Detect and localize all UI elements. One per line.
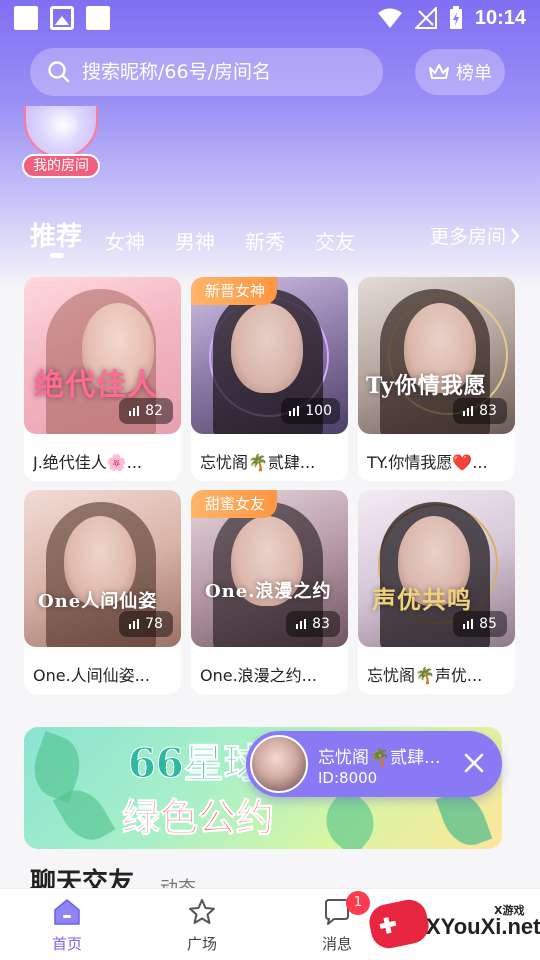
room-cover: 100 新晋女神 (191, 277, 348, 434)
cover-caption: Ty你情我愿 (366, 373, 487, 399)
room-card[interactable]: 100 新晋女神 忘忧阁🌴贰肆... (191, 277, 348, 481)
room-tag: 甜蜜女友 (191, 490, 278, 518)
room-title: One.浪漫之约... (200, 666, 317, 685)
bars-icon (129, 406, 140, 416)
listener-count: 82 (145, 403, 163, 419)
nav-messages[interactable]: 消息 1 (302, 891, 372, 954)
chevron-right-icon (511, 227, 520, 244)
room-cover: Ty你情我愿 83 (358, 277, 515, 434)
my-room-entry[interactable]: 我的房间 (22, 106, 100, 180)
nav-square-label: 广场 (186, 935, 217, 953)
no-signal-icon (414, 7, 437, 29)
search-input[interactable] (82, 61, 362, 83)
cover-caption: One.浪漫之约 (205, 581, 332, 602)
room-card[interactable]: 绝代佳人 82 J.绝代佳人🌸... (24, 277, 181, 481)
search-bar[interactable] (30, 48, 383, 96)
bars-icon (289, 406, 300, 416)
battery-charging-icon (449, 6, 462, 29)
listener-count: 100 (305, 403, 332, 419)
mini-player-room-id: ID:8000 (318, 769, 378, 787)
cover-caption: 声优共鸣 (372, 585, 472, 614)
avatar (24, 106, 98, 158)
room-title: 忘忧阁🌴声优... (367, 666, 483, 685)
nav-messages-label: 消息 (321, 935, 352, 953)
gamepad-logo-icon (366, 896, 432, 952)
room-card[interactable]: 声优共鸣 85 忘忧阁🌴声优... (358, 490, 515, 694)
search-icon (48, 61, 70, 83)
category-tabs: 推荐 女神 男神 新秀 交友 更多房间 (30, 212, 520, 262)
room-card[interactable]: Ty你情我愿 83 TY.你情我愿❤️... (358, 277, 515, 481)
listener-count-badge: 100 (281, 398, 340, 424)
tab-male-god[interactable]: 男神 (175, 226, 215, 255)
room-cover: One.浪漫之约 83 甜蜜女友 (191, 490, 348, 647)
notification-square-icon (86, 6, 110, 30)
status-bar: 10:14 (0, 0, 540, 36)
room-tag: 新晋女神 (191, 277, 278, 305)
cover-caption: One人间仙姿 (38, 591, 158, 612)
listener-count-badge: 83 (453, 398, 507, 424)
wifi-icon (377, 8, 402, 28)
avatar (250, 735, 308, 793)
room-title: TY.你情我愿❤️... (367, 453, 488, 472)
crown-icon (429, 64, 449, 79)
clock: 10:14 (474, 6, 526, 29)
tab-recommended[interactable]: 推荐 (30, 216, 82, 253)
mini-player-title: 忘忧阁🌴贰肆... (318, 748, 441, 768)
bars-icon (463, 619, 474, 629)
mini-player[interactable]: 忘忧阁🌴贰肆... ID:8000 (246, 731, 502, 797)
tab-indicator (50, 253, 64, 258)
banner-subtitle: 绿色公约 (121, 795, 275, 841)
listener-count: 85 (479, 616, 497, 632)
star-icon (189, 899, 215, 924)
listener-count-badge: 78 (119, 611, 173, 637)
listener-count: 83 (479, 403, 497, 419)
bars-icon (129, 619, 140, 629)
close-icon[interactable] (462, 751, 486, 775)
ranking-button[interactable]: 榜单 (415, 49, 505, 95)
nav-home[interactable]: 首页 (32, 897, 102, 954)
ranking-label: 榜单 (456, 63, 492, 84)
image-notification-icon (50, 6, 74, 30)
tab-newcomer[interactable]: 新秀 (245, 226, 285, 255)
watermark-text: XYouXi.net (426, 914, 540, 939)
listener-count: 78 (145, 616, 163, 632)
nav-square[interactable]: 广场 (167, 897, 237, 954)
room-title: 忘忧阁🌴贰肆... (200, 453, 316, 472)
bars-icon (296, 619, 307, 629)
more-rooms-label: 更多房间 (429, 226, 506, 248)
nav-home-label: 首页 (51, 935, 82, 953)
room-title: One.人间仙姿... (33, 666, 150, 685)
bars-icon (463, 406, 474, 416)
more-rooms-link[interactable]: 更多房间 (430, 222, 520, 249)
room-cover: One人间仙姿 78 (24, 490, 181, 647)
tab-goddess[interactable]: 女神 (105, 226, 145, 255)
tab-friends[interactable]: 交友 (315, 226, 355, 255)
room-cover: 声优共鸣 85 (358, 490, 515, 647)
room-card[interactable]: One人间仙姿 78 One.人间仙姿... (24, 490, 181, 694)
listener-count-badge: 85 (453, 611, 507, 637)
listener-count-badge: 82 (119, 398, 173, 424)
notification-square-icon (14, 6, 38, 30)
room-title: J.绝代佳人🌸... (33, 453, 142, 472)
listener-count-badge: 83 (286, 611, 340, 637)
listener-count: 83 (312, 616, 330, 632)
room-cover: 绝代佳人 82 (24, 277, 181, 434)
banner-title: 66星球 (128, 740, 265, 787)
watermark: X游戏 XYouXi.net (366, 896, 540, 956)
my-room-label: 我的房间 (22, 154, 100, 178)
room-card[interactable]: One.浪漫之约 83 甜蜜女友 One.浪漫之约... (191, 490, 348, 694)
home-icon (54, 899, 80, 925)
